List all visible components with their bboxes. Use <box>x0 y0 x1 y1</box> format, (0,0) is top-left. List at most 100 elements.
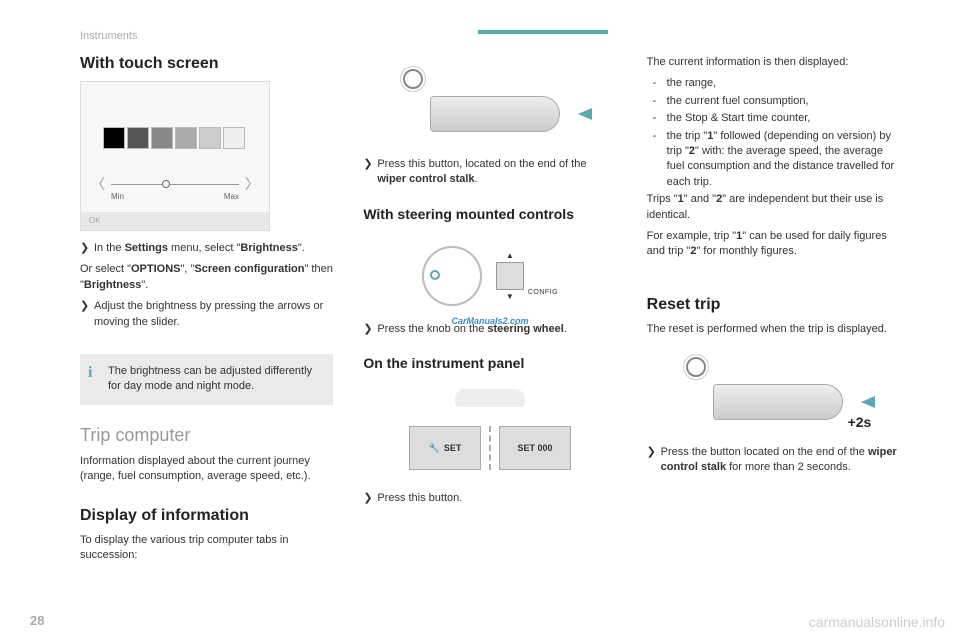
config-box <box>496 262 524 290</box>
content-columns: With touch screen 〈 〉 Min Max O <box>80 55 900 569</box>
trip-desc: Information displayed about the current … <box>80 454 333 485</box>
chevron-right-icon: 〉 <box>245 174 259 194</box>
bold: Brightness <box>84 279 141 291</box>
stalk-instruction: ❯ Press this button, located on the end … <box>363 157 616 188</box>
config-button-graphic: ▲ ▼ <box>496 251 524 301</box>
info-box-brightness: i The brightness can be adjusted differe… <box>80 354 333 405</box>
text: " with: the average speed, the average f… <box>667 145 894 188</box>
text: " and " <box>684 193 716 205</box>
steering-knob <box>430 270 440 280</box>
slider-labels: Min Max <box>111 192 239 201</box>
info-intro: The current information is then displaye… <box>647 55 900 70</box>
panel-top-graphic <box>455 389 525 407</box>
breadcrumb: Instruments <box>80 30 137 42</box>
swatch <box>151 127 173 149</box>
text: the range, <box>667 77 717 89</box>
text: ". <box>298 242 305 254</box>
info-text: The brightness can be adjusted different… <box>108 365 312 392</box>
text: Or select " <box>80 263 131 275</box>
bold: OPTIONS <box>131 263 181 275</box>
text: for more than 2 seconds. <box>726 461 851 473</box>
slider-track <box>111 184 239 185</box>
bold: steering wheel <box>487 323 563 335</box>
bullet-icon: ❯ <box>363 157 372 172</box>
swatch <box>175 127 197 149</box>
bullet-icon: ❯ <box>80 299 89 314</box>
dash-icon: - <box>653 76 657 91</box>
para-trips-example: For example, trip "1" can be used for da… <box>647 229 900 260</box>
info-icon: i <box>88 362 92 384</box>
hold-2s-label: +2s <box>848 414 872 430</box>
instruction-1: ❯ In the Settings menu, select "Brightne… <box>80 241 333 256</box>
panel-divider <box>489 426 491 470</box>
text: ". <box>141 279 148 291</box>
heading-instrument-panel: On the instrument panel <box>363 355 616 371</box>
stalk-body <box>430 96 560 132</box>
arrow-icon <box>578 108 592 120</box>
swatch <box>199 127 221 149</box>
swatch <box>223 127 245 149</box>
text: the trip " <box>667 130 708 142</box>
reset-instruction: ❯ Press the button located on the end of… <box>647 445 900 476</box>
text: the Stop & Start time counter, <box>667 112 811 124</box>
text: Press this button, located on the end of… <box>377 158 586 170</box>
stalk-body <box>713 384 843 420</box>
bullet-icon: ❯ <box>363 322 372 337</box>
config-label: CONFIG <box>528 289 558 296</box>
column-1: With touch screen 〈 〉 Min Max O <box>80 55 333 569</box>
bullet-icon: ❯ <box>80 241 89 256</box>
brightness-slider: 〈 〉 <box>91 174 259 194</box>
bold: Settings <box>125 242 168 254</box>
figure-wiper-stalk <box>363 61 616 151</box>
text: " for monthly figures. <box>696 245 797 257</box>
heading-trip-computer: Trip computer <box>80 425 333 446</box>
set-label: SET <box>444 443 462 453</box>
text: Press this button. <box>377 492 462 504</box>
watermark-footer: carmanualsonline.info <box>809 614 945 630</box>
slider-knob <box>162 180 170 188</box>
text: Press the knob on the <box>377 323 487 335</box>
panel-set-button: 🔧 SET <box>409 426 481 470</box>
text: In the <box>94 242 125 254</box>
bullet-icon: ❯ <box>647 445 656 460</box>
heading-reset-trip: Reset trip <box>647 296 900 314</box>
text: the current fuel consumption, <box>667 95 809 107</box>
wrench-icon: 🔧 <box>429 443 440 454</box>
bullet-icon: ❯ <box>363 491 372 506</box>
bold: wiper control stalk <box>377 173 474 185</box>
figure-steering-controls: ▲ ▼ CONFIG CarManuals2.com <box>363 236 616 316</box>
steering-wheel-icon <box>400 66 426 92</box>
panel-instruction: ❯ Press this button. <box>363 491 616 506</box>
arrow-up-icon: ▲ <box>506 251 514 260</box>
text: ", " <box>181 263 195 275</box>
list-item: -the Stop & Start time counter, <box>647 111 900 126</box>
panel-set000-button: SET 000 <box>499 426 571 470</box>
heading-steering-controls: With steering mounted controls <box>363 206 616 222</box>
steering-instruction: ❯ Press the knob on the steering wheel. <box>363 322 616 337</box>
dash-icon: - <box>653 94 657 109</box>
text: . <box>475 173 478 185</box>
display-desc: To display the various trip computer tab… <box>80 533 333 564</box>
dash-icon: - <box>653 129 657 144</box>
reset-desc: The reset is performed when the trip is … <box>647 322 900 337</box>
instruction-3: ❯ Adjust the brightness by pressing the … <box>80 299 333 330</box>
list-item: - the trip "1" followed (depending on ve… <box>647 129 900 191</box>
heading-touch-screen: With touch screen <box>80 55 333 73</box>
para-trips-independent: Trips "1" and "2" are independent but th… <box>647 192 900 223</box>
swatch <box>103 127 125 149</box>
instruction-2: Or select "OPTIONS", "Screen configurati… <box>80 262 333 293</box>
list-item: -the range, <box>647 76 900 91</box>
brightness-swatches <box>103 127 245 149</box>
page-number: 28 <box>30 613 44 628</box>
min-label: Min <box>111 192 124 201</box>
steering-wheel-icon <box>683 354 709 380</box>
dash-icon: - <box>653 111 657 126</box>
text: . <box>564 323 567 335</box>
heading-display-info: Display of information <box>80 507 333 525</box>
figure-brightness-touchscreen: 〈 〉 Min Max OK <box>80 81 270 231</box>
steering-wheel-graphic <box>422 246 482 306</box>
text: For example, trip " <box>647 230 737 242</box>
chevron-left-icon: 〈 <box>91 174 105 194</box>
ok-row: OK <box>81 212 269 230</box>
swatch <box>127 127 149 149</box>
